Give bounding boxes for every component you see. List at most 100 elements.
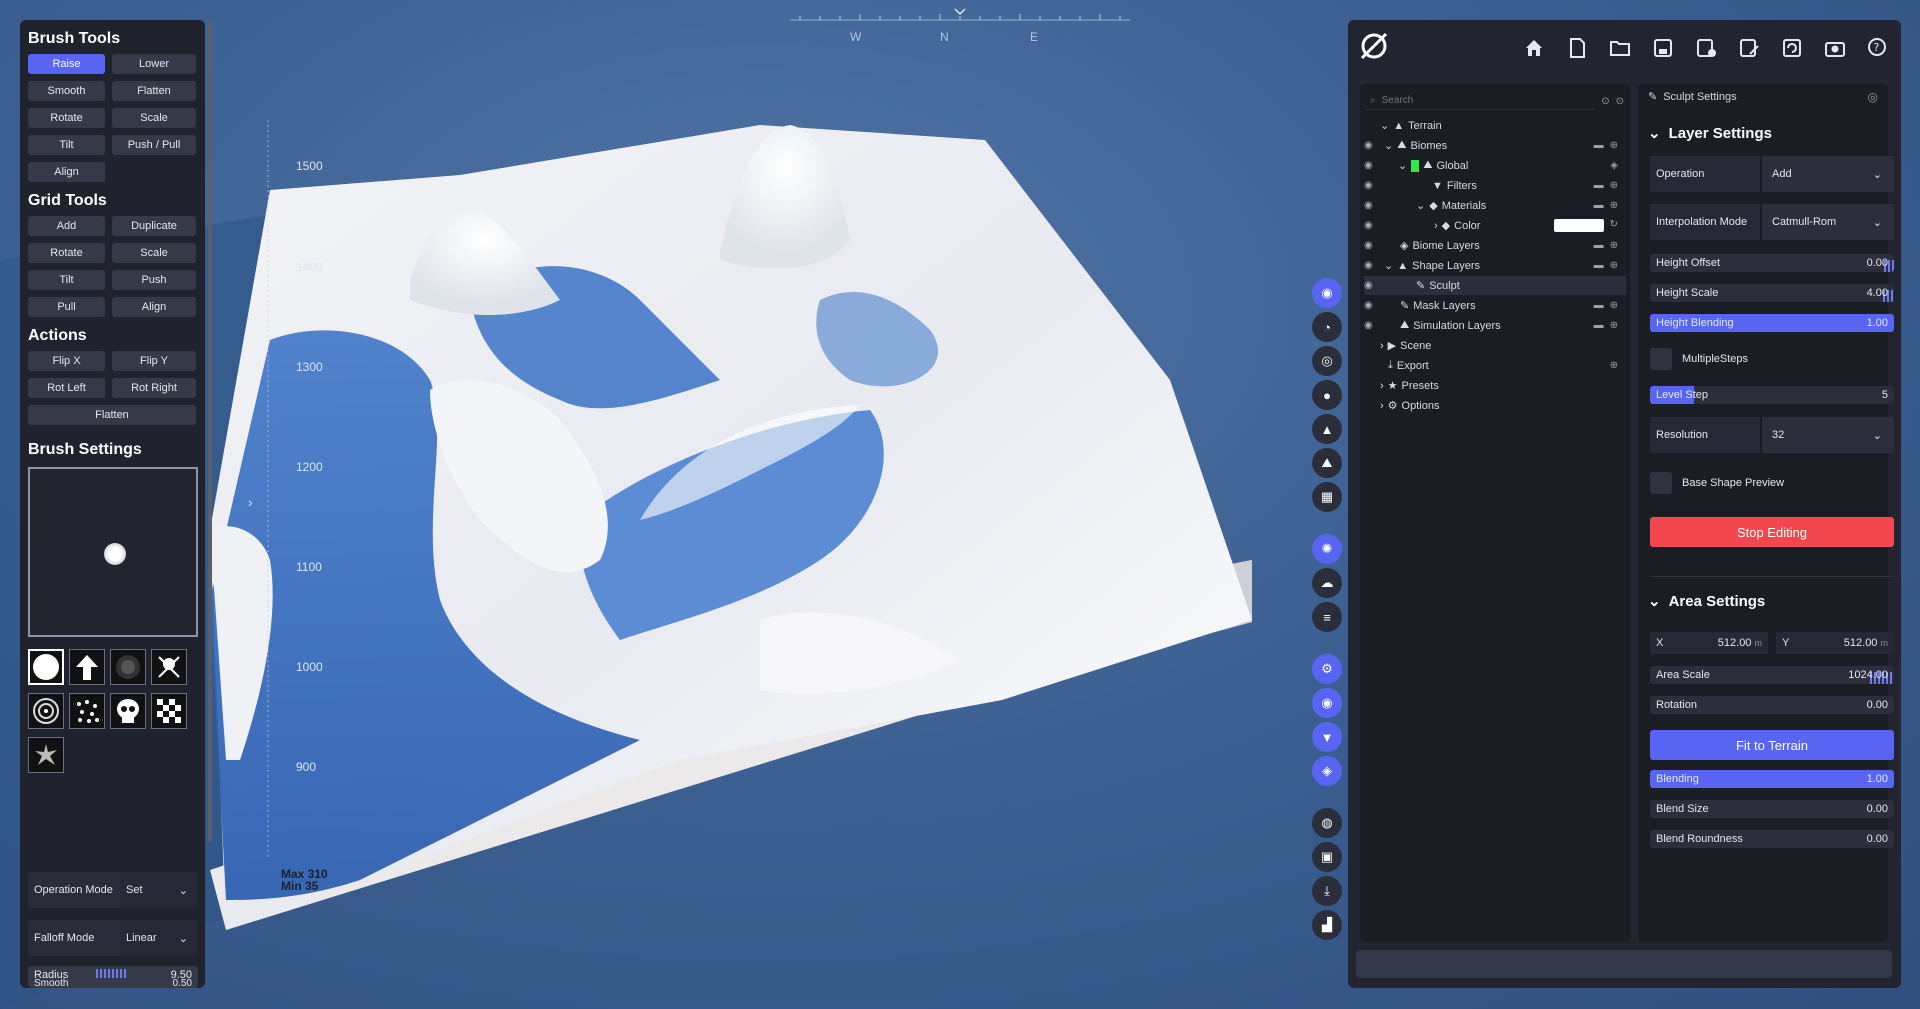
eye-icon[interactable]: ◉: [1364, 280, 1380, 291]
brush-splatter-icon[interactable]: [28, 737, 64, 773]
brush-arrow-icon[interactable]: [69, 649, 105, 685]
settings-circle-icon[interactable]: ◎: [1868, 90, 1878, 104]
tree-item-export[interactable]: ⤓ Export ⊕: [1364, 356, 1626, 375]
add-icon[interactable]: ⊕: [1610, 200, 1618, 211]
compass[interactable]: W N E: [790, 6, 1130, 48]
rot-right-button[interactable]: Rot Right: [112, 378, 196, 398]
tree-item-scene[interactable]: › ▶ Scene: [1364, 336, 1626, 355]
sculpt-mode-icon[interactable]: ◔: [1312, 312, 1342, 342]
eye-icon[interactable]: ◉: [1364, 320, 1380, 331]
expand-all-icon[interactable]: ⊙: [1616, 96, 1624, 107]
layers-icon[interactable]: ◈: [1312, 756, 1342, 786]
terrain-mode-icon[interactable]: ◉: [1312, 278, 1342, 308]
folder-icon[interactable]: ▬: [1594, 320, 1604, 331]
push-pull-button[interactable]: Push / Pull: [112, 135, 196, 155]
tree-item-options[interactable]: › ⚙ Options: [1364, 396, 1626, 415]
collapse-all-icon[interactable]: ⊙: [1601, 96, 1609, 107]
add-icon[interactable]: ⊕: [1610, 140, 1618, 151]
checkbox[interactable]: [1650, 472, 1672, 494]
eye-icon[interactable]: ◉: [1364, 300, 1380, 311]
blend-roundness-slider[interactable]: Blend Roundness 0.00: [1650, 830, 1894, 848]
eye-icon[interactable]: ◉: [1364, 260, 1380, 271]
search-input[interactable]: ⌕ Search: [1366, 92, 1596, 110]
y-field[interactable]: Y 512.00 m: [1776, 632, 1894, 654]
open-folder-icon[interactable]: [1602, 30, 1638, 66]
cloud-icon[interactable]: ☁: [1312, 568, 1342, 598]
add-icon[interactable]: ⊕: [1610, 300, 1618, 311]
tree-item-presets[interactable]: › ★ Presets: [1364, 376, 1626, 395]
tree-item-materials[interactable]: ◉ ⌄ ◆ Materials ▬ ⊕: [1364, 196, 1626, 215]
height-offset-slider[interactable]: Height Offset 0.00: [1650, 254, 1894, 272]
left-panel-scrollbar[interactable]: [208, 22, 212, 842]
rotation-slider[interactable]: Rotation 0.00: [1650, 696, 1894, 714]
eye-icon[interactable]: ◉: [1312, 688, 1342, 718]
brush-dots-icon[interactable]: [69, 693, 105, 729]
eye-icon[interactable]: ◉: [1364, 160, 1380, 171]
brush-spiral-icon[interactable]: [28, 693, 64, 729]
folder-icon[interactable]: ▬: [1594, 140, 1604, 151]
tree-item-global[interactable]: ◉ ⌄ ⛰ Global ◈: [1364, 156, 1626, 175]
brush-noise-icon[interactable]: [110, 649, 146, 685]
brush-circle-icon[interactable]: [28, 649, 64, 685]
add-icon[interactable]: ⊕: [1610, 260, 1618, 271]
grid-icon[interactable]: ▦: [1312, 482, 1342, 512]
area-settings-header[interactable]: ⌄ Area Settings: [1648, 592, 1765, 611]
height-scale-slider[interactable]: Height Scale 4.00: [1650, 284, 1894, 302]
stop-editing-button[interactable]: Stop Editing: [1650, 517, 1894, 547]
refresh-icon[interactable]: [1774, 30, 1810, 66]
folder-icon[interactable]: ▬: [1594, 240, 1604, 251]
record-icon[interactable]: ◍: [1312, 808, 1342, 838]
eye-icon[interactable]: ◉: [1364, 220, 1380, 231]
grid-align-button[interactable]: Align: [112, 297, 196, 317]
rot-left-button[interactable]: Rot Left: [28, 378, 105, 398]
image-icon[interactable]: ▣: [1312, 842, 1342, 872]
save-icon[interactable]: [1645, 30, 1681, 66]
height-blending-slider[interactable]: Height Blending 1.00: [1650, 314, 1894, 332]
home-icon[interactable]: [1516, 30, 1552, 66]
eye-icon[interactable]: ◉: [1364, 180, 1380, 191]
help-icon[interactable]: ?: [1860, 30, 1896, 66]
x-field[interactable]: X 512.00 m: [1650, 632, 1768, 654]
flatten-button[interactable]: Flatten: [112, 81, 196, 101]
brush-skull-icon[interactable]: [110, 693, 146, 729]
settings-gears-icon[interactable]: ⚙: [1312, 654, 1342, 684]
grid-add-button[interactable]: Add: [28, 216, 105, 236]
water-drop-icon[interactable]: ●: [1312, 380, 1342, 410]
add-icon[interactable]: ⊕: [1610, 320, 1618, 331]
stats-chart-icon[interactable]: ▟: [1312, 910, 1342, 940]
fit-to-terrain-button[interactable]: Fit to Terrain: [1650, 730, 1894, 760]
folder-icon[interactable]: ▬: [1594, 200, 1604, 211]
target-icon[interactable]: ◎: [1312, 346, 1342, 376]
layers-icon[interactable]: ◈: [1610, 160, 1618, 171]
multiple-steps-checkbox[interactable]: MultipleSteps: [1650, 348, 1748, 370]
camera-icon[interactable]: [1817, 30, 1853, 66]
fog-icon[interactable]: ≡: [1312, 602, 1342, 632]
level-step-slider[interactable]: Level Step 5: [1650, 386, 1894, 404]
save-as-icon[interactable]: [1688, 30, 1724, 66]
smooth-slider[interactable]: Smooth 0.50: [28, 978, 198, 988]
flip-y-button[interactable]: Flip Y: [112, 351, 196, 371]
eye-icon[interactable]: ◉: [1364, 140, 1380, 151]
add-icon[interactable]: ⊕: [1610, 180, 1618, 191]
smooth-button[interactable]: Smooth: [28, 81, 105, 101]
tree-item-sculpt[interactable]: ◉ ✎ Sculpt: [1364, 276, 1626, 295]
resolution-select[interactable]: Resolution 32 ⌄: [1650, 417, 1894, 453]
align-button[interactable]: Align: [28, 162, 105, 182]
lower-button[interactable]: Lower: [112, 54, 196, 74]
layer-settings-header[interactable]: ⌄ Layer Settings: [1648, 124, 1772, 143]
falloff-mode-select[interactable]: Falloff Mode Linear ⌄: [28, 920, 198, 956]
blend-size-slider[interactable]: Blend Size 0.00: [1650, 800, 1894, 818]
tree-item-terrain[interactable]: ⌄ ▲ Terrain: [1364, 116, 1626, 135]
grid-rotate-button[interactable]: Rotate: [28, 243, 105, 263]
base-shape-preview-checkbox[interactable]: Base Shape Preview: [1650, 472, 1784, 494]
color-swatch[interactable]: [1553, 219, 1604, 232]
edit-document-icon[interactable]: [1731, 30, 1767, 66]
folder-icon[interactable]: ▬: [1594, 300, 1604, 311]
folder-icon[interactable]: ▬: [1594, 180, 1604, 191]
rotate-button[interactable]: Rotate: [28, 108, 105, 128]
tree-item-filters[interactable]: ◉ ▼ Filters ▬ ⊕: [1364, 176, 1626, 195]
flatten-all-button[interactable]: Flatten: [28, 405, 196, 425]
grid-tilt-button[interactable]: Tilt: [28, 270, 105, 290]
eye-icon[interactable]: ◉: [1364, 240, 1380, 251]
filter-icon[interactable]: ▼: [1312, 722, 1342, 752]
